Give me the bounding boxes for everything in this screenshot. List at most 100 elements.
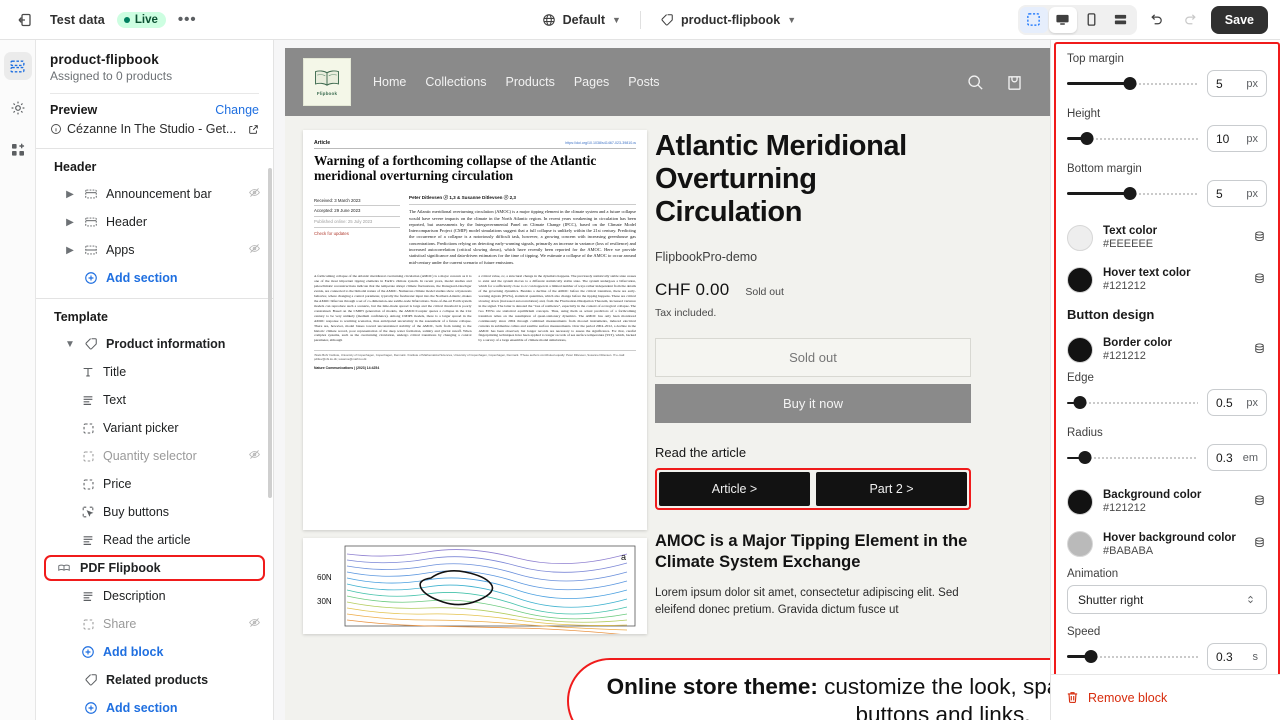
sidebar-block-quantity-selector[interactable]: Quantity selector xyxy=(36,442,273,470)
buy-it-now-button[interactable]: Buy it now xyxy=(655,384,971,424)
trash-icon[interactable] xyxy=(1065,690,1080,705)
database-icon[interactable] xyxy=(1253,342,1267,358)
edge-input[interactable]: 0.5 px xyxy=(1207,389,1267,417)
hidden-eye-icon[interactable] xyxy=(248,616,261,632)
speed-slider[interactable] xyxy=(1067,650,1198,664)
database-icon[interactable] xyxy=(1253,536,1267,552)
sidebar-block-read-the-article[interactable]: Read the article xyxy=(36,526,273,554)
sidebar-block-text[interactable]: Text xyxy=(36,386,273,414)
block-icon xyxy=(80,616,96,632)
preview-value-row[interactable]: Cézanne In The Studio - Get... xyxy=(50,122,259,136)
topbar-left: Test data Live ••• xyxy=(0,7,320,33)
redo-icon[interactable] xyxy=(1177,7,1205,33)
store-logo[interactable]: Flipbook xyxy=(303,58,351,106)
database-icon[interactable] xyxy=(1253,230,1267,246)
save-button[interactable]: Save xyxy=(1210,5,1268,34)
mobile-icon[interactable] xyxy=(1078,7,1106,33)
change-preview-link[interactable]: Change xyxy=(215,103,259,117)
sold-out-button[interactable]: Sold out xyxy=(655,338,971,378)
sections-icon[interactable] xyxy=(3,52,32,80)
nav-link-pages[interactable]: Pages xyxy=(574,75,609,89)
border-color-swatch[interactable] xyxy=(1067,336,1093,363)
preview-label: Preview xyxy=(50,103,98,117)
select-tool-icon[interactable] xyxy=(1019,6,1048,33)
fullwidth-icon[interactable] xyxy=(1107,7,1135,33)
height-slider[interactable] xyxy=(1067,132,1198,146)
chevron-updown-icon xyxy=(1248,595,1253,604)
sidebar-block-price[interactable]: Price xyxy=(36,470,273,498)
nav-link-collections[interactable]: Collections xyxy=(425,75,486,89)
add-block-button[interactable]: Add block xyxy=(36,638,273,666)
chevron-down-icon[interactable]: ▼ xyxy=(64,339,76,350)
color-row-border-color[interactable]: Border color #121212 xyxy=(1067,330,1267,369)
apps-blocks-icon[interactable] xyxy=(4,136,32,164)
sidebar-block-buy-buttons[interactable]: Buy buttons xyxy=(36,498,273,526)
top-margin-slider[interactable] xyxy=(1067,77,1198,91)
speed-input[interactable]: 0.3 s xyxy=(1207,643,1267,671)
sidebar-item-announcement-bar[interactable]: ▶ Announcement bar xyxy=(36,180,273,208)
chevron-right-icon[interactable]: ▶ xyxy=(64,245,76,256)
height-input[interactable]: 10 px xyxy=(1207,125,1267,152)
hidden-eye-icon[interactable] xyxy=(248,242,261,258)
color-row-hover-background-color[interactable]: Hover background color #BABABA xyxy=(1067,525,1267,564)
sidebar-block-variant-picker[interactable]: Variant picker xyxy=(36,414,273,442)
preview-row: Preview Change xyxy=(50,103,259,117)
market-selector[interactable]: Default ▼ xyxy=(533,8,630,32)
background-color-texts: Background color #121212 xyxy=(1103,488,1243,515)
external-link-icon[interactable] xyxy=(248,124,259,135)
settings-gear-icon[interactable] xyxy=(4,94,32,122)
remove-block-button[interactable]: Remove block xyxy=(1088,691,1167,705)
template-selector[interactable]: product-flipbook ▼ xyxy=(651,8,805,32)
pdf-page[interactable]: Article https://doi.org/10.1038/s41467-0… xyxy=(303,130,647,530)
field-animation: Animation Shutter right xyxy=(1067,568,1267,615)
product-price-row: CHF 0.00 Sold out xyxy=(655,280,971,300)
part2-link-button[interactable]: Part 2 > xyxy=(816,472,967,507)
nav-link-products[interactable]: Products xyxy=(505,75,554,89)
store-header: Flipbook Home Collections Products Pages… xyxy=(285,48,1050,116)
more-options-icon[interactable]: ••• xyxy=(178,12,197,27)
exit-icon[interactable] xyxy=(12,7,38,33)
edge-slider[interactable] xyxy=(1067,396,1198,410)
bottom-margin-slider[interactable] xyxy=(1067,187,1198,201)
radius-input[interactable]: 0.3 em xyxy=(1207,444,1267,472)
database-icon[interactable] xyxy=(1253,272,1267,288)
undo-icon[interactable] xyxy=(1143,7,1171,33)
speed-row: 0.3 s xyxy=(1067,643,1267,671)
text-color-swatch[interactable] xyxy=(1067,224,1093,251)
top-margin-input[interactable]: 5 px xyxy=(1207,70,1267,97)
sidebar-item-header[interactable]: ▶ Header xyxy=(36,208,273,236)
sidebar-block-description[interactable]: Description xyxy=(36,582,273,610)
background-color-swatch[interactable] xyxy=(1067,488,1093,515)
color-row-hover-text-color[interactable]: Hover text color #121212 xyxy=(1067,260,1267,299)
sidebar-block-pdf-flipbook[interactable]: PDF Flipbook xyxy=(44,555,265,581)
hover-text-color-swatch[interactable] xyxy=(1067,267,1093,294)
chevron-down-icon: ▼ xyxy=(612,14,621,25)
hover-background-color-swatch[interactable] xyxy=(1067,531,1093,558)
sidebar-item-apps[interactable]: ▶ Apps xyxy=(36,236,273,264)
sidebar-item-related-products[interactable]: Related products xyxy=(36,666,273,694)
sidebar-block-share[interactable]: Share xyxy=(36,610,273,638)
hidden-eye-icon[interactable] xyxy=(248,186,261,202)
cart-icon[interactable] xyxy=(1005,73,1024,92)
desktop-icon[interactable] xyxy=(1048,6,1077,33)
nav-link-home[interactable]: Home xyxy=(373,75,406,89)
sidebar-scrollbar[interactable] xyxy=(268,168,272,498)
height-row: 10 px xyxy=(1067,125,1267,152)
pdf-figure-map[interactable]: 60N 30N a xyxy=(303,538,647,634)
article-link-button[interactable]: Article > xyxy=(659,472,810,507)
database-icon[interactable] xyxy=(1253,494,1267,510)
sidebar-block-title[interactable]: Title xyxy=(36,358,273,386)
radius-slider[interactable] xyxy=(1067,451,1198,465)
bottom-margin-input[interactable]: 5 px xyxy=(1207,180,1267,207)
chevron-right-icon[interactable]: ▶ xyxy=(64,217,76,228)
add-section-button[interactable]: Add section xyxy=(36,264,273,292)
search-icon[interactable] xyxy=(966,73,985,92)
nav-link-posts[interactable]: Posts xyxy=(628,75,659,89)
color-row-background-color[interactable]: Background color #121212 xyxy=(1067,482,1267,521)
hidden-eye-icon[interactable] xyxy=(248,448,261,464)
animation-select[interactable]: Shutter right xyxy=(1067,585,1267,615)
sidebar-item-product-information[interactable]: ▼ Product information xyxy=(36,330,273,358)
color-row-text-color[interactable]: Text color #EEEEEE xyxy=(1067,218,1267,257)
chevron-right-icon[interactable]: ▶ xyxy=(64,189,76,200)
add-section-button-2[interactable]: Add section xyxy=(36,694,273,720)
